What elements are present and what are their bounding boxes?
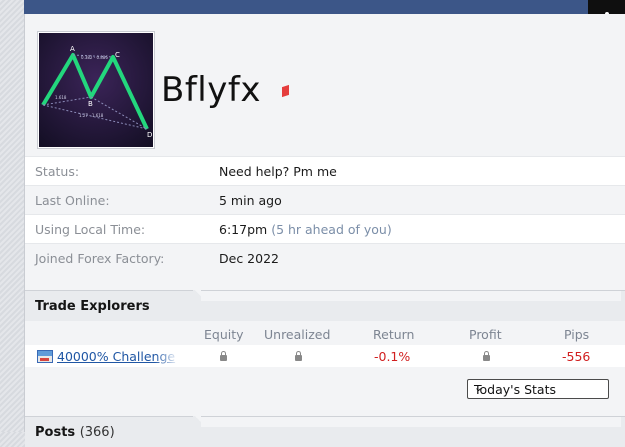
username: Bflyfx	[161, 70, 261, 110]
section-title: Posts (366)	[35, 425, 115, 440]
info-label: Last Online:	[35, 192, 110, 208]
return-value: -0.1%	[374, 349, 411, 364]
info-row-local-time: Using Local Time: 6:17pm (5 hr ahead of …	[25, 214, 625, 243]
top-bar	[24, 0, 625, 14]
column-header-equity: Equity	[204, 327, 244, 342]
stats-period-select[interactable]: Today's Stats ⌄	[467, 379, 609, 399]
info-value: Need help? Pm me	[219, 163, 337, 179]
avatar-label: B	[88, 100, 93, 108]
avatar-label: D	[147, 131, 152, 139]
avatar-label: 1.618	[55, 95, 67, 100]
info-row-status: Status: Need help? Pm me	[25, 156, 625, 185]
avatar-label: 0.382 - 0.886	[81, 55, 108, 60]
info-row-joined: Joined Forex Factory: Dec 2022	[25, 243, 625, 272]
column-header-unrealized: Unrealized	[264, 327, 331, 342]
info-row-last-online: Last Online: 5 min ago	[25, 185, 625, 214]
column-header-profit: Profit	[469, 327, 502, 342]
column-header-return: Return	[373, 327, 415, 342]
info-value: 6:17pm	[219, 221, 268, 237]
section-title: Trade Explorers	[35, 299, 150, 314]
posts-count: (366)	[79, 425, 115, 440]
trade-explorer-row: 40000% Challenge -0.1% -556	[25, 345, 625, 367]
info-value: Dec 2022	[219, 250, 279, 266]
avatar-label: A	[70, 45, 75, 53]
info-value: 5 min ago	[219, 192, 282, 208]
info-label: Joined Forex Factory:	[35, 250, 165, 266]
equity-lock-icon	[220, 349, 227, 364]
butterfly-pattern-icon: A B C D 0.382 - 0.886 1.618 1.27 - 1.618	[39, 33, 153, 147]
trade-explorer-icon	[37, 350, 53, 363]
trade-explorer-column-headers: Equity Unrealized Return Profit Pips	[25, 321, 625, 345]
info-label: Status:	[35, 163, 80, 179]
posts-title: Posts	[35, 425, 76, 440]
trade-explorer-link[interactable]: 40000% Challenge	[57, 349, 179, 364]
pips-value: -556	[562, 349, 591, 364]
trade-explorers-header: Trade Explorers	[25, 290, 625, 321]
avatar-label: 1.27 - 1.618	[79, 113, 104, 118]
profile-panel: A B C D 0.382 - 0.886 1.618 1.27 - 1.618…	[24, 14, 625, 447]
info-label: Using Local Time:	[35, 221, 146, 237]
flag-icon	[282, 84, 289, 98]
column-header-pips: Pips	[564, 327, 590, 342]
avatar[interactable]: A B C D 0.382 - 0.886 1.618 1.27 - 1.618	[37, 31, 155, 149]
chevron-down-icon: ⌄	[474, 381, 484, 394]
unrealized-lock-icon	[295, 349, 302, 364]
profit-lock-icon	[483, 349, 490, 364]
time-offset-note: (5 hr ahead of you)	[271, 221, 392, 237]
profile-info-table: Status: Need help? Pm me Last Online: 5 …	[25, 156, 625, 272]
avatar-label: C	[115, 51, 120, 59]
